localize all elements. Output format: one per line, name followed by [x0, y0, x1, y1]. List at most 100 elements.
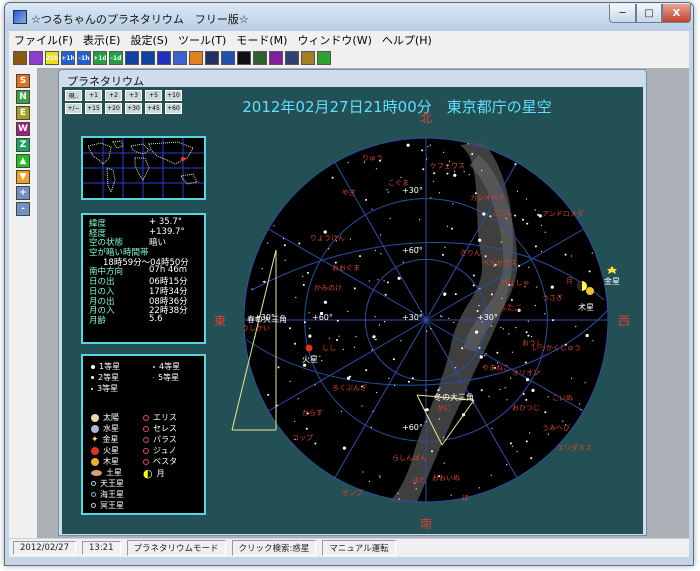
info-row: 月の出 08時36分: [89, 295, 198, 307]
w-icon[interactable]: W: [16, 122, 30, 136]
menu-view[interactable]: 表示(E): [78, 32, 126, 48]
monitor-icon[interactable]: [221, 51, 235, 65]
zoom-out-icon[interactable]: -: [16, 202, 30, 216]
constellation-label: しし: [322, 344, 336, 352]
time-button-0-0[interactable]: 現..: [65, 90, 82, 101]
star: [437, 389, 440, 392]
minimize-button[interactable]: ─: [609, 4, 636, 23]
sky-chart[interactable]: りゅうケフェウスこぐまカシオペヤアンドロメダペルセウスぎょしゃおうしおひつじやぎ…: [212, 100, 640, 530]
star: [463, 171, 465, 173]
menu-help[interactable]: ヘルプ(H): [377, 32, 437, 48]
star: [580, 409, 582, 411]
terrain-icon[interactable]: [253, 51, 267, 65]
time-button-1-4[interactable]: +45: [145, 103, 162, 114]
constellation-label: ほ: [462, 494, 469, 502]
star: [454, 293, 457, 296]
constellation-label: アンドロメダ: [542, 209, 584, 218]
constellation-label: いっかくじゅう: [532, 344, 581, 352]
star: [527, 334, 530, 337]
direction-w: 西: [618, 314, 630, 328]
slideshow-icon[interactable]: [13, 51, 27, 65]
time-button-0-1[interactable]: +1: [85, 90, 102, 101]
star: [480, 389, 483, 392]
time-button-0-4[interactable]: +5: [145, 90, 162, 101]
constellation-label: ポンプ: [342, 489, 363, 497]
grid2-icon[interactable]: [173, 51, 187, 65]
star: [336, 339, 338, 341]
constellation-label: こじし: [492, 209, 513, 217]
star: [361, 405, 363, 407]
time-button-1-1[interactable]: +15: [85, 103, 102, 114]
star: [479, 287, 481, 290]
time-button-0-3[interactable]: +3: [125, 90, 142, 101]
menu-tools[interactable]: ツール(T): [173, 32, 231, 48]
graph-icon[interactable]: [141, 51, 155, 65]
table-icon[interactable]: [205, 51, 219, 65]
legend-juno: ジュノ: [143, 445, 176, 456]
chart-icon[interactable]: [125, 51, 139, 65]
info-row: 18時59分〜04時50分: [89, 256, 198, 268]
s-icon[interactable]: S: [16, 74, 30, 88]
direction-s: 南: [420, 516, 432, 530]
refresh-icon[interactable]: [29, 51, 43, 65]
star: [273, 225, 275, 227]
time-button-0-5[interactable]: +10: [165, 90, 182, 101]
time-button-1-2[interactable]: +20: [105, 103, 122, 114]
comet-icon[interactable]: [285, 51, 299, 65]
z-icon[interactable]: Z: [16, 138, 30, 152]
star: [374, 249, 376, 251]
star: [478, 305, 480, 307]
star: [448, 317, 450, 319]
time-button-1-5[interactable]: +60: [165, 103, 182, 114]
moon-icon[interactable]: [237, 51, 251, 65]
legend-mercury: 水星: [91, 423, 119, 434]
zoom-in-icon[interactable]: +: [16, 186, 30, 200]
maximize-button[interactable]: □: [636, 4, 662, 23]
plus1d-icon[interactable]: +1d: [93, 51, 107, 65]
legend-saturn: 土星: [91, 467, 122, 478]
info-panel: 緯度 + 35.7° 経度 +139.7° 空の状態 暗い 空が暗い時間帯 18時59分〜04…: [81, 213, 206, 344]
constellation-label: おひつじ: [512, 404, 540, 412]
minus1h-icon[interactable]: -1h: [77, 51, 91, 65]
star: [544, 231, 546, 233]
plus1h-icon[interactable]: +1h: [61, 51, 75, 65]
e-icon[interactable]: E: [16, 106, 30, 120]
altitude-label: +30°: [477, 313, 498, 322]
21h-icon[interactable]: 21h: [45, 51, 59, 65]
star: [349, 375, 352, 378]
world-map[interactable]: [81, 136, 206, 200]
star: [488, 395, 490, 398]
star: [529, 432, 531, 434]
star: [443, 436, 445, 438]
constellation-label: りょうけん: [310, 234, 345, 242]
constellation-label: おおぐま: [332, 264, 360, 272]
star: [496, 351, 499, 354]
star: [530, 335, 533, 338]
planet-icon[interactable]: [301, 51, 315, 65]
up-arrow-icon[interactable]: ▲: [16, 154, 30, 168]
star: [251, 288, 253, 290]
time-button-0-2[interactable]: +2: [105, 90, 122, 101]
close-button[interactable]: X: [662, 4, 691, 23]
leaf-icon[interactable]: [317, 51, 331, 65]
minus1d-icon[interactable]: -1d: [109, 51, 123, 65]
star: [461, 347, 464, 350]
star: [338, 335, 340, 337]
star: [591, 252, 593, 254]
menu-file[interactable]: ファイル(F): [9, 32, 78, 48]
menu-window[interactable]: ウィンドウ(W): [292, 32, 376, 48]
down-arrow-icon[interactable]: ▼: [16, 170, 30, 184]
menu-mode[interactable]: モード(M): [231, 32, 292, 48]
grid-icon[interactable]: [157, 51, 171, 65]
star: [262, 281, 264, 283]
title-bar[interactable]: ☆つるちゃんのプラネタリウム フリー版☆ ─ □ X: [5, 3, 693, 31]
time-button-1-3[interactable]: +30: [125, 103, 142, 114]
n-icon[interactable]: N: [16, 90, 30, 104]
time-button-1-0[interactable]: +/−: [65, 103, 82, 114]
map-icon[interactable]: [189, 51, 203, 65]
stars-icon[interactable]: [269, 51, 283, 65]
menu-settings[interactable]: 設定(S): [125, 32, 173, 48]
constellation-label: ぎょしゃ: [502, 278, 530, 287]
status-click-search: クリック検索:惑星: [231, 540, 317, 556]
star: [452, 203, 454, 205]
